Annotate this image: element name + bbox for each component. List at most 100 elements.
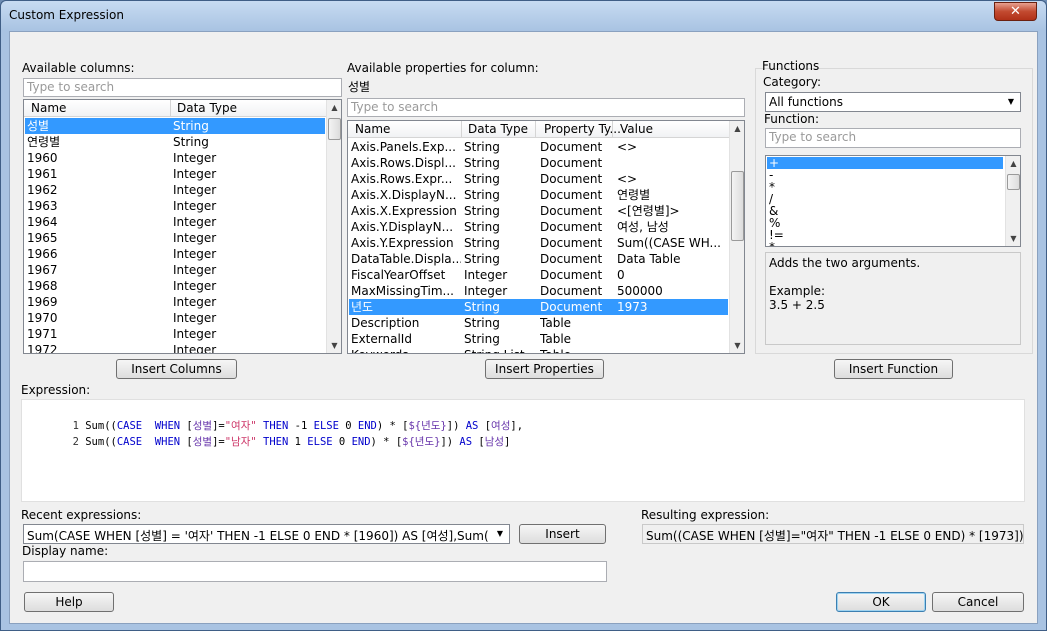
- category-select[interactable]: All functions ▼: [765, 92, 1021, 112]
- table-row[interactable]: Axis.X.Expression String Document <[연령별]>: [349, 203, 728, 219]
- column-type-cell: Integer: [173, 295, 217, 309]
- function-item[interactable]: *: [767, 181, 1003, 193]
- functions-scrollbar[interactable]: ▲ ▼: [1005, 156, 1020, 246]
- table-row[interactable]: 1960 Integer: [25, 150, 325, 166]
- insert-properties-button[interactable]: Insert Properties: [485, 359, 604, 379]
- table-row[interactable]: 1962 Integer: [25, 182, 325, 198]
- properties-list[interactable]: Name Data Type Property Ty... Value Axis…: [347, 120, 745, 354]
- scroll-down-icon[interactable]: ▼: [1006, 231, 1020, 246]
- table-row[interactable]: ExternalId String Table: [349, 331, 728, 347]
- expression-label: Expression:: [21, 383, 91, 397]
- function-item[interactable]: -: [767, 169, 1003, 181]
- properties-search-input[interactable]: Type to search: [347, 98, 745, 117]
- table-row[interactable]: Axis.Rows.Displ... String Document: [349, 155, 728, 171]
- chevron-down-icon[interactable]: ▼: [493, 527, 507, 541]
- scroll-up-icon[interactable]: ▲: [730, 121, 744, 136]
- table-row[interactable]: 1965 Integer: [25, 230, 325, 246]
- chevron-down-icon[interactable]: ▼: [1004, 95, 1018, 109]
- properties-list-header: Name Data Type Property Ty... Value: [348, 121, 729, 138]
- column-name-cell: 1971: [27, 327, 58, 341]
- table-row[interactable]: FiscalYearOffset Integer Document 0: [349, 267, 728, 283]
- property-cell: Document: [540, 300, 603, 314]
- function-item-label: +: [769, 157, 780, 169]
- available-columns-label: Available columns:: [22, 61, 135, 75]
- prop-header-value[interactable]: Value: [620, 122, 653, 136]
- column-header-name[interactable]: Name: [31, 101, 66, 115]
- function-item-label: *: [769, 241, 775, 246]
- table-row[interactable]: 1972 Integer: [25, 342, 325, 354]
- table-row[interactable]: 1971 Integer: [25, 326, 325, 342]
- table-row[interactable]: 성별 String: [25, 118, 325, 134]
- scroll-up-icon[interactable]: ▲: [327, 100, 341, 115]
- table-row[interactable]: 1966 Integer: [25, 246, 325, 262]
- table-row[interactable]: Axis.Y.DisplayN... String Document 여성, 남성: [349, 219, 728, 235]
- table-row[interactable]: 년도 String Document 1973: [349, 299, 728, 315]
- property-cell: Integer: [464, 284, 508, 298]
- column-name-cell: 연령별: [27, 135, 61, 149]
- columns-search-input[interactable]: Type to search: [23, 78, 342, 97]
- insert-function-button[interactable]: Insert Function: [834, 359, 953, 379]
- scroll-thumb[interactable]: [731, 171, 744, 241]
- function-item[interactable]: !=: [767, 229, 1003, 241]
- columns-scrollbar[interactable]: ▲ ▼: [326, 100, 341, 353]
- table-row[interactable]: KeywordsString List Table: [349, 347, 728, 353]
- column-type-cell: Integer: [173, 199, 217, 213]
- display-name-input[interactable]: [23, 561, 607, 582]
- table-row[interactable]: 1964 Integer: [25, 214, 325, 230]
- properties-scrollbar[interactable]: ▲ ▼: [729, 121, 744, 353]
- function-item[interactable]: &: [767, 205, 1003, 217]
- function-item[interactable]: +: [767, 157, 1003, 169]
- insert-recent-button[interactable]: Insert: [519, 524, 606, 544]
- column-type-cell: Integer: [173, 183, 217, 197]
- recent-expressions-select[interactable]: Sum(CASE WHEN [성별] = '여자' THEN -1 ELSE 0…: [23, 524, 510, 544]
- function-description: Adds the two arguments. Example: 3.5 + 2…: [765, 252, 1021, 345]
- insert-columns-button[interactable]: Insert Columns: [116, 359, 237, 379]
- function-item[interactable]: %: [767, 217, 1003, 229]
- function-item[interactable]: *: [767, 241, 1003, 246]
- available-properties-label: Available properties for column:: [347, 61, 539, 75]
- table-row[interactable]: DataTable.Displa... String Document Data Ta…: [349, 251, 728, 267]
- table-row[interactable]: Axis.X.DisplayN... String Document 연령별: [349, 187, 728, 203]
- property-cell: Document: [540, 220, 603, 234]
- ok-button[interactable]: OK: [836, 592, 926, 612]
- prop-header-datatype[interactable]: Data Type: [468, 122, 528, 136]
- function-item[interactable]: /: [767, 193, 1003, 205]
- column-type-cell: Integer: [173, 343, 217, 354]
- help-button[interactable]: Help: [24, 592, 114, 612]
- table-row[interactable]: 1963 Integer: [25, 198, 325, 214]
- table-row[interactable]: MaxMissingTim... Integer Document 500000: [349, 283, 728, 299]
- table-row[interactable]: 연령별 String: [25, 134, 325, 150]
- column-name-cell: 1960: [27, 151, 58, 165]
- function-search-input[interactable]: Type to search: [765, 128, 1021, 148]
- title-bar[interactable]: Custom Expression ✕: [1, 1, 1046, 31]
- property-cell: String: [464, 252, 500, 266]
- prop-header-name[interactable]: Name: [355, 122, 390, 136]
- table-row[interactable]: 1969 Integer: [25, 294, 325, 310]
- table-row[interactable]: 1970 Integer: [25, 310, 325, 326]
- property-cell: Document: [540, 140, 603, 154]
- table-row[interactable]: 1968 Integer: [25, 278, 325, 294]
- prop-header-propertytype[interactable]: Property Ty...: [544, 122, 621, 136]
- scroll-thumb[interactable]: [1007, 174, 1020, 190]
- expression-editor[interactable]: 1 Sum((CASE WHEN [성별]="여자" THEN -1 ELSE …: [21, 399, 1025, 502]
- close-icon[interactable]: ✕: [994, 2, 1037, 21]
- functions-list[interactable]: +-*/&%!=* ▲ ▼: [765, 155, 1021, 247]
- table-row[interactable]: Description String Table: [349, 315, 728, 331]
- table-row[interactable]: Axis.Rows.Expr... String Document <>: [349, 171, 728, 187]
- property-cell: Document: [540, 188, 603, 202]
- scroll-down-icon[interactable]: ▼: [730, 338, 744, 353]
- cancel-button[interactable]: Cancel: [932, 592, 1024, 612]
- scroll-up-icon[interactable]: ▲: [1006, 156, 1020, 171]
- table-row[interactable]: 1967 Integer: [25, 262, 325, 278]
- columns-list[interactable]: Name Data Type 성별 String 연령별 String 1960 Inte…: [23, 99, 342, 354]
- columns-list-header: Name Data Type: [24, 100, 326, 117]
- property-cell: String: [464, 316, 500, 330]
- function-item-label: -: [769, 169, 774, 181]
- table-row[interactable]: Axis.Y.Expression String Document Sum((CASE…: [349, 235, 728, 251]
- resulting-expression-value: Sum((CASE WHEN [성별]="여자" THEN -1 ELSE 0 …: [642, 524, 1024, 544]
- column-header-datatype[interactable]: Data Type: [177, 101, 237, 115]
- scroll-thumb[interactable]: [328, 118, 341, 140]
- table-row[interactable]: Axis.Panels.Exp... String Document <>: [349, 139, 728, 155]
- table-row[interactable]: 1961 Integer: [25, 166, 325, 182]
- scroll-down-icon[interactable]: ▼: [327, 338, 341, 353]
